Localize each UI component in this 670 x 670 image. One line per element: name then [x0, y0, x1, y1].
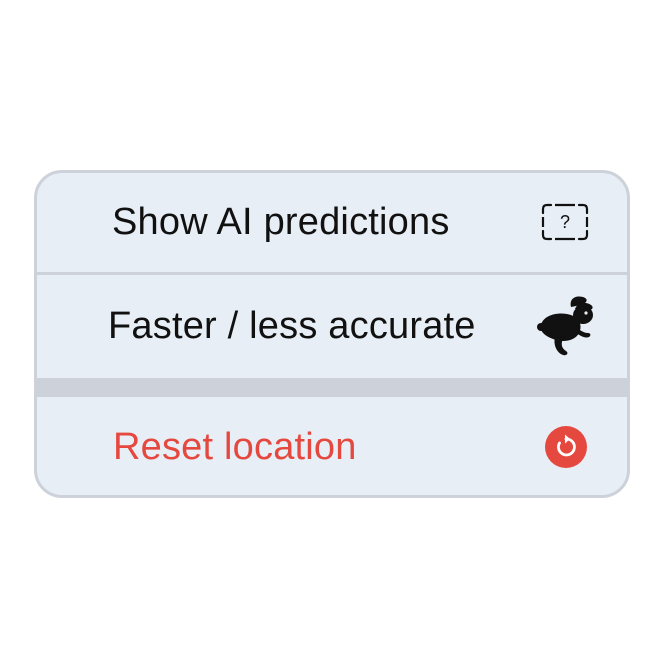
question-frame-icon: ?	[541, 203, 589, 241]
context-menu: Show AI predictions ? Faster / less accu…	[34, 170, 630, 498]
menu-section-divider	[37, 378, 627, 397]
menu-item-reset-location[interactable]: Reset location	[37, 397, 627, 495]
menu-item-label: Show AI predictions	[112, 201, 450, 243]
menu-item-show-ai-predictions[interactable]: Show AI predictions ?	[37, 173, 627, 272]
menu-item-faster-less-accurate[interactable]: Faster / less accurate	[37, 275, 627, 378]
rabbit-icon	[533, 293, 599, 359]
reset-icon	[545, 426, 587, 468]
menu-item-label: Faster / less accurate	[108, 305, 476, 347]
menu-item-label: Reset location	[113, 426, 357, 468]
svg-text:?: ?	[560, 212, 570, 232]
